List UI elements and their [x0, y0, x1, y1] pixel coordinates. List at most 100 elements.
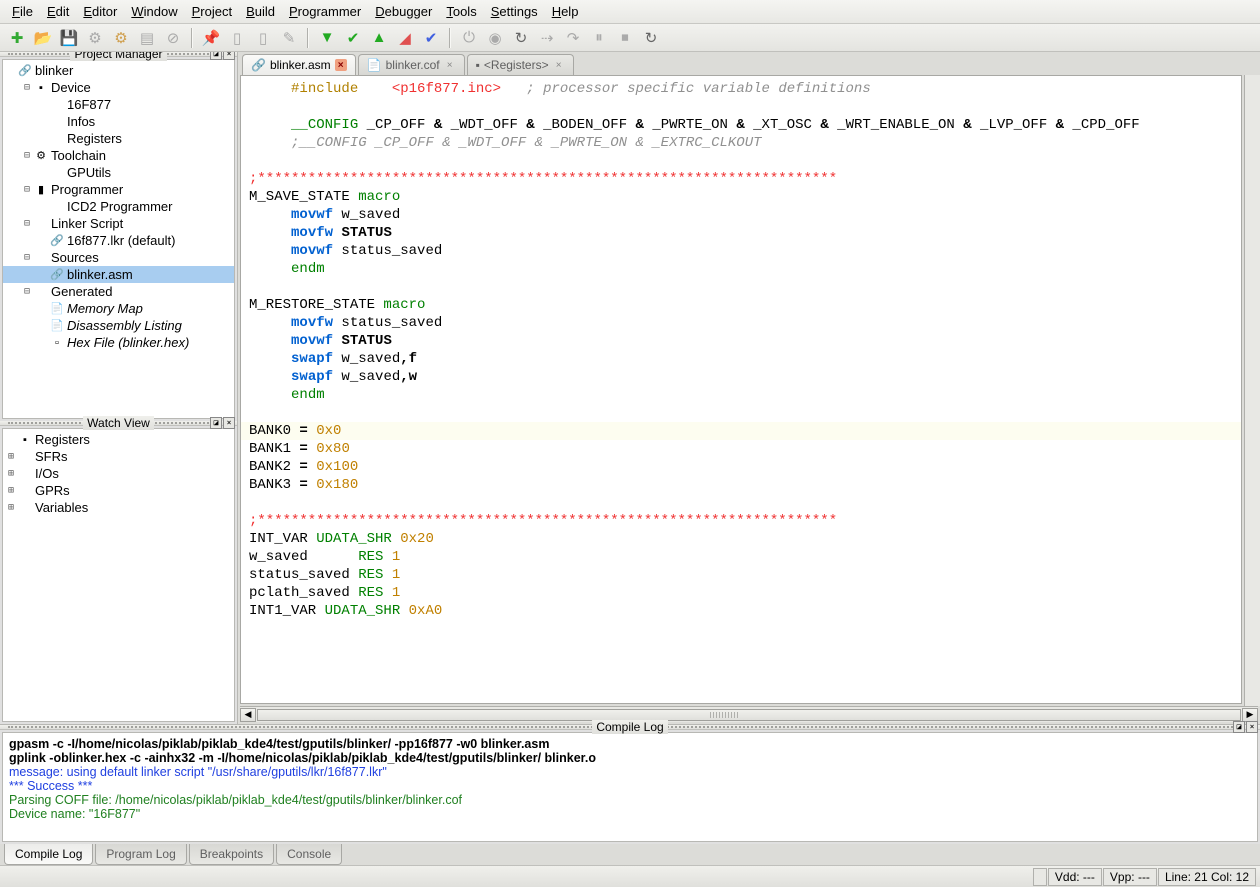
- tree-item[interactable]: ▪Registers: [3, 431, 234, 448]
- menubar[interactable]: FileEditEditorWindowProjectBuildProgramm…: [0, 0, 1260, 24]
- power-icon[interactable]: ⏻: [458, 27, 480, 49]
- code-line[interactable]: movwf w_saved: [241, 206, 1241, 224]
- code-line[interactable]: [241, 278, 1241, 296]
- code-line[interactable]: BANK3 = 0x180: [241, 476, 1241, 494]
- stop2-icon[interactable]: ⏹: [614, 27, 636, 49]
- horizontal-scrollbar[interactable]: ◀ ▶: [240, 706, 1258, 722]
- chip-icon[interactable]: ▯: [226, 27, 248, 49]
- code-line[interactable]: swapf w_saved,w: [241, 368, 1241, 386]
- tree-item[interactable]: ⊟▮Programmer: [3, 181, 234, 198]
- menu-edit[interactable]: Edit: [41, 2, 75, 21]
- code-line[interactable]: INT1_VAR UDATA_SHR 0xA0: [241, 602, 1241, 620]
- stop-icon[interactable]: ⊘: [162, 27, 184, 49]
- circle-icon[interactable]: ◉: [484, 27, 506, 49]
- tree-item[interactable]: ⊟⚙Toolchain: [3, 147, 234, 164]
- scroll-right-icon[interactable]: ▶: [1242, 708, 1258, 722]
- tab-close-icon[interactable]: ×: [335, 59, 347, 71]
- check-icon[interactable]: ✔: [342, 27, 364, 49]
- gear-icon[interactable]: ⚙: [84, 27, 106, 49]
- code-line[interactable]: BANK2 = 0x100: [241, 458, 1241, 476]
- tree-item[interactable]: 🔗16f877.lkr (default): [3, 232, 234, 249]
- code-line[interactable]: status_saved RES 1: [241, 566, 1241, 584]
- code-line[interactable]: [241, 404, 1241, 422]
- save-icon[interactable]: 💾: [58, 27, 80, 49]
- code-editor[interactable]: #include <p16f877.inc> ; processor speci…: [240, 75, 1242, 704]
- bottom-tab-breakpoints[interactable]: Breakpoints: [189, 844, 274, 865]
- tree-item[interactable]: Registers: [3, 130, 234, 147]
- tree-item[interactable]: ⊟Linker Script: [3, 215, 234, 232]
- code-line[interactable]: BANK1 = 0x80: [241, 440, 1241, 458]
- code-line[interactable]: #include <p16f877.inc> ; processor speci…: [241, 80, 1241, 98]
- tree-item[interactable]: ⊞Variables: [3, 499, 234, 516]
- editor-tabs[interactable]: 🔗blinker.asm×📄blinker.cof×▪<Registers>×: [238, 52, 1260, 75]
- tab-close-icon[interactable]: ×: [553, 59, 565, 71]
- menu-editor[interactable]: Editor: [77, 2, 123, 21]
- tree-item[interactable]: GPUtils: [3, 164, 234, 181]
- code-line[interactable]: movfw STATUS: [241, 224, 1241, 242]
- wand-icon[interactable]: ✎: [278, 27, 300, 49]
- close-icon[interactable]: ×: [223, 417, 235, 429]
- vertical-scrollbar[interactable]: [1244, 75, 1260, 706]
- up-icon[interactable]: ▲: [368, 27, 390, 49]
- menu-settings[interactable]: Settings: [485, 2, 544, 21]
- tab-blinker.asm[interactable]: 🔗blinker.asm×: [242, 54, 356, 75]
- tab-blinker.cof[interactable]: 📄blinker.cof×: [358, 54, 465, 75]
- project-tree[interactable]: 🔗blinker⊟▪Device16F877InfosRegisters⊟⚙To…: [2, 59, 235, 419]
- watch-tree[interactable]: ▪Registers⊞SFRs⊞I/Os⊞GPRs⊞Variables: [2, 428, 235, 722]
- code-line[interactable]: w_saved RES 1: [241, 548, 1241, 566]
- erase-icon[interactable]: ◢: [394, 27, 416, 49]
- step-icon[interactable]: ↷: [562, 27, 584, 49]
- toolbar[interactable]: ✚📂💾⚙⚙▤⊘📌▯▯✎▼✔▲◢✔⏻◉↻⇢↷⏸⏹↻: [0, 24, 1260, 52]
- connect-icon[interactable]: ⇢: [536, 27, 558, 49]
- tree-item[interactable]: ⊟▪Device: [3, 79, 234, 96]
- tree-item[interactable]: ⊟Sources: [3, 249, 234, 266]
- tree-item[interactable]: ⊞GPRs: [3, 482, 234, 499]
- code-line[interactable]: M_SAVE_STATE macro: [241, 188, 1241, 206]
- code-line[interactable]: BANK0 = 0x0: [241, 422, 1241, 440]
- code-line[interactable]: [241, 494, 1241, 512]
- tree-item[interactable]: 🔗blinker: [3, 62, 234, 79]
- code-line[interactable]: movfw status_saved: [241, 314, 1241, 332]
- tree-item[interactable]: ⊟Generated: [3, 283, 234, 300]
- code-line[interactable]: M_RESTORE_STATE macro: [241, 296, 1241, 314]
- code-line[interactable]: swapf w_saved,f: [241, 350, 1241, 368]
- menu-project[interactable]: Project: [186, 2, 238, 21]
- bottom-tab-compile-log[interactable]: Compile Log: [4, 844, 93, 865]
- tree-item[interactable]: 📄Memory Map: [3, 300, 234, 317]
- reload-icon[interactable]: ↻: [510, 27, 532, 49]
- menu-tools[interactable]: Tools: [440, 2, 482, 21]
- code-line[interactable]: movwf status_saved: [241, 242, 1241, 260]
- code-line[interactable]: pclath_saved RES 1: [241, 584, 1241, 602]
- code-line[interactable]: ;***************************************…: [241, 170, 1241, 188]
- pause-icon[interactable]: ⏸: [588, 27, 610, 49]
- code-line[interactable]: INT_VAR UDATA_SHR 0x20: [241, 530, 1241, 548]
- run-icon[interactable]: ▼: [316, 27, 338, 49]
- menu-build[interactable]: Build: [240, 2, 281, 21]
- close-icon[interactable]: ×: [223, 52, 235, 60]
- tree-item[interactable]: ICD2 Programmer: [3, 198, 234, 215]
- config-icon[interactable]: ⚙: [110, 27, 132, 49]
- open-file-icon[interactable]: 📂: [32, 27, 54, 49]
- verify-icon[interactable]: ✔: [420, 27, 442, 49]
- reload2-icon[interactable]: ↻: [640, 27, 662, 49]
- menu-debugger[interactable]: Debugger: [369, 2, 438, 21]
- undock-icon[interactable]: ◪: [210, 417, 222, 429]
- menu-programmer[interactable]: Programmer: [283, 2, 367, 21]
- tab-registers[interactable]: ▪<Registers>×: [467, 54, 574, 75]
- undock-icon[interactable]: ◪: [210, 52, 222, 60]
- code-line[interactable]: [241, 98, 1241, 116]
- new-file-icon[interactable]: ✚: [6, 27, 28, 49]
- bottom-tab-console[interactable]: Console: [276, 844, 342, 865]
- menu-help[interactable]: Help: [546, 2, 585, 21]
- doc-icon[interactable]: ▤: [136, 27, 158, 49]
- tree-item[interactable]: ▫Hex File (blinker.hex): [3, 334, 234, 351]
- tree-item[interactable]: 🔗blinker.asm: [3, 266, 234, 283]
- bottom-tab-program-log[interactable]: Program Log: [95, 844, 186, 865]
- tree-item[interactable]: 📄Disassembly Listing: [3, 317, 234, 334]
- code-line[interactable]: ;***************************************…: [241, 512, 1241, 530]
- code-line[interactable]: endm: [241, 386, 1241, 404]
- tree-item[interactable]: ⊞I/Os: [3, 465, 234, 482]
- tree-item[interactable]: ⊞SFRs: [3, 448, 234, 465]
- tab-close-icon[interactable]: ×: [444, 59, 456, 71]
- tree-item[interactable]: 16F877: [3, 96, 234, 113]
